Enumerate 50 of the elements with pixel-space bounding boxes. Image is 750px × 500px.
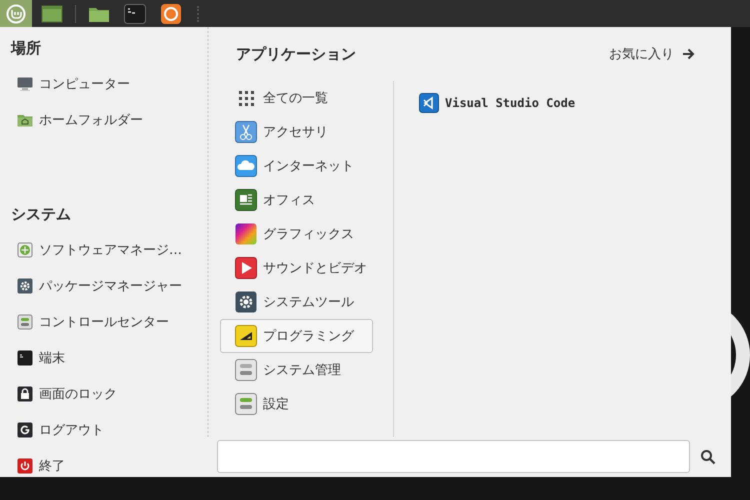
logo-icon <box>6 4 26 24</box>
gear-icon <box>17 278 33 294</box>
favorites-link[interactable]: お気に入り <box>609 45 695 63</box>
menu-item[interactable]: パッケージマネージャー <box>0 268 207 304</box>
power-icon <box>17 458 33 474</box>
grid-circle-icon <box>17 242 33 258</box>
search-icon <box>700 448 716 464</box>
terminal-icon <box>124 4 146 24</box>
monitor-icon <box>17 76 33 92</box>
menu-item[interactable]: ソフトウェアマネージ… <box>0 232 207 268</box>
scissors-icon <box>235 121 257 143</box>
search-button[interactable] <box>700 448 716 464</box>
arrow-right-icon <box>682 48 695 60</box>
category-item[interactable]: システムツール <box>220 285 373 319</box>
section-heading: 場所 <box>10 38 42 59</box>
menu-item[interactable]: ホームフォルダー <box>0 102 207 138</box>
menu-button[interactable] <box>0 0 32 27</box>
section-heading: アプリケーション <box>236 44 356 64</box>
lock-icon <box>17 386 33 402</box>
rainbow-icon <box>235 223 257 245</box>
menu-item[interactable]: コントロールセンター <box>0 304 207 340</box>
category-item[interactable]: プログラミング <box>220 319 373 353</box>
toggle-icon <box>235 393 257 415</box>
search-field[interactable] <box>217 440 690 473</box>
window-icon <box>41 4 63 22</box>
play-icon <box>235 257 257 279</box>
triangle-ruler-icon <box>235 325 257 347</box>
category-item[interactable]: システム管理 <box>220 353 373 387</box>
section-heading: システム <box>10 204 72 225</box>
code-editor-icon <box>419 93 439 113</box>
cloud-icon <box>235 155 257 177</box>
terminal-icon <box>17 350 33 366</box>
menu-item[interactable]: 終了 <box>0 448 207 484</box>
document-icon <box>235 189 257 211</box>
category-item[interactable]: オフィス <box>220 183 373 217</box>
toggle-icon <box>235 359 257 381</box>
home-folder-icon <box>17 112 33 128</box>
menu-item[interactable]: コンピューター <box>0 66 207 102</box>
category-item[interactable]: インターネット <box>220 149 373 183</box>
category-item[interactable]: アクセサリ <box>220 115 373 149</box>
menu-item[interactable]: 画面のロック <box>0 376 207 412</box>
category-item[interactable]: 全ての一覧 <box>220 81 373 115</box>
app-item[interactable]: Visual Studio Code <box>419 86 731 120</box>
toggle-icon <box>17 314 33 330</box>
menu-item[interactable]: 端末 <box>0 340 207 376</box>
category-item[interactable]: サウンドとビデオ <box>220 251 373 285</box>
category-item[interactable]: 設定 <box>220 387 373 421</box>
gear-icon <box>235 291 257 313</box>
category-item[interactable]: グラフィックス <box>220 217 373 251</box>
menu-item[interactable]: ログアウト <box>0 412 207 448</box>
